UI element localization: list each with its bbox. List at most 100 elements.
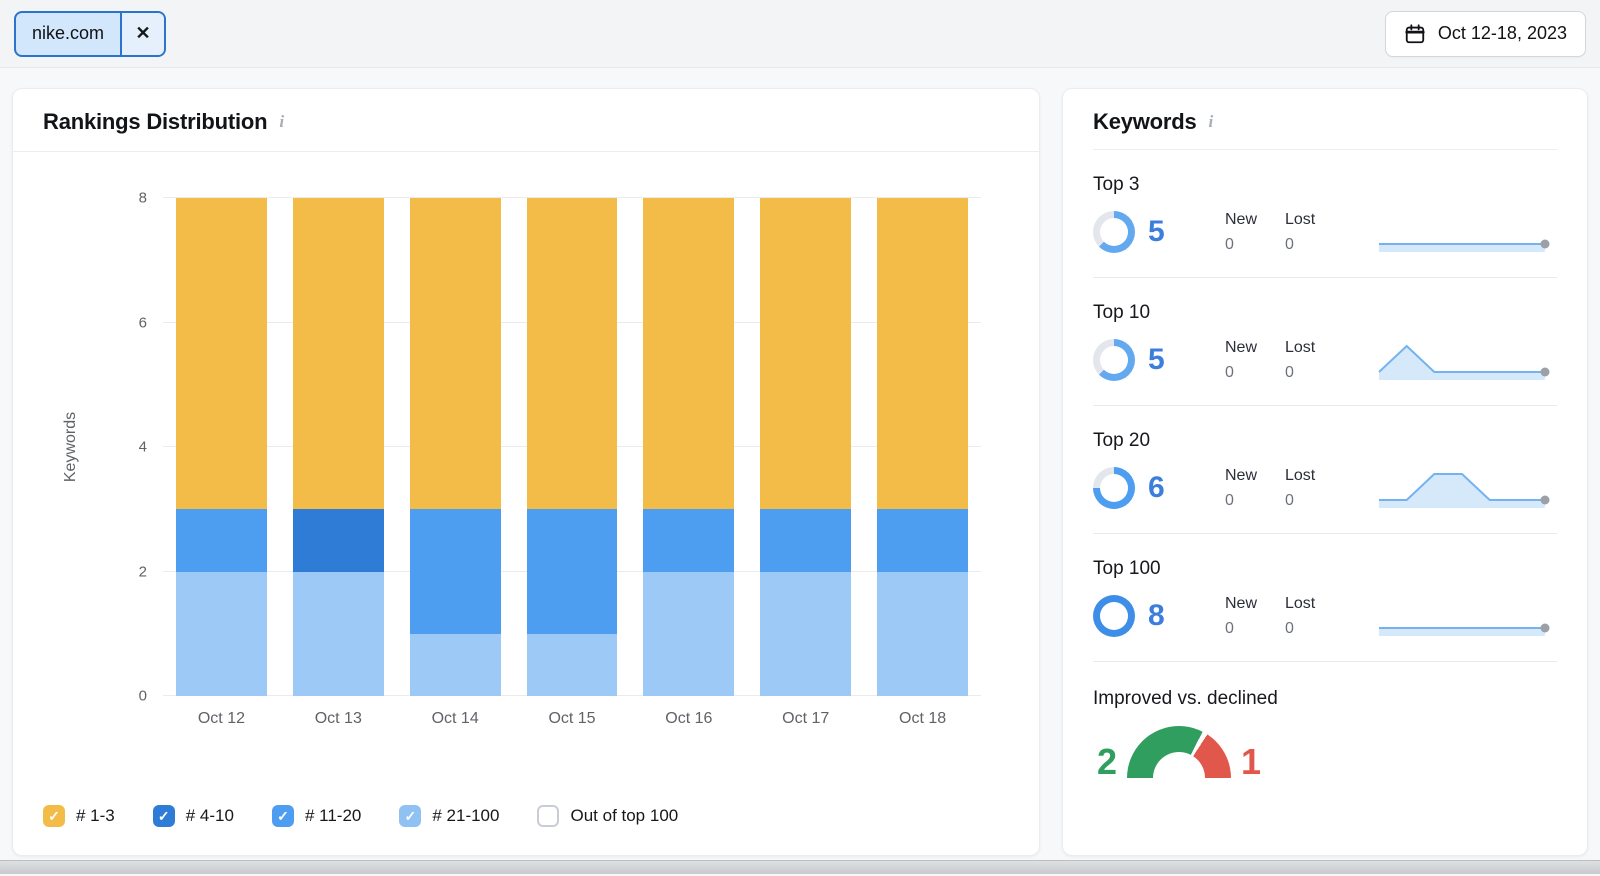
improved-declined-gauge <box>1127 726 1231 778</box>
plot-area: 02468 <box>163 198 981 696</box>
new-stat-label: New <box>1225 467 1285 485</box>
checkbox-icon[interactable] <box>537 805 559 827</box>
legend-label: # 1-3 <box>76 806 115 826</box>
rankings-chart: Keywords 02468 Oct 12Oct 13Oct 14Oct 15O… <box>13 152 1039 728</box>
donut-chart <box>1093 339 1135 381</box>
x-axis-label: Oct 14 <box>410 710 501 728</box>
y-axis-title: Keywords <box>62 412 80 482</box>
legend-item[interactable]: ✓# 11-20 <box>272 805 361 827</box>
keywords-title: Keywords <box>1093 109 1197 135</box>
x-axis-label: Oct 15 <box>527 710 618 728</box>
new-stat: New 0 <box>1225 339 1285 382</box>
keywords-row: Top 105New0Lost0 <box>1093 278 1557 406</box>
bar-segment <box>527 509 618 634</box>
lost-stat-value: 0 <box>1285 492 1345 510</box>
domain-chip[interactable]: nike.com ✕ <box>14 11 166 57</box>
new-stat: New0 <box>1225 595 1285 638</box>
donut-chart <box>1093 467 1135 509</box>
bar-segment <box>293 572 384 697</box>
legend-label: # 21-100 <box>432 806 499 826</box>
bar-segment <box>293 198 384 509</box>
x-axis-label: Oct 18 <box>877 710 968 728</box>
bar-oct-16 <box>643 198 734 696</box>
keywords-row: Top 100 8 New0Lost 0 <box>1093 534 1557 662</box>
y-tick-label: 4 <box>139 439 147 456</box>
bar-segment <box>410 509 501 634</box>
keywords-count-group: 5 <box>1093 339 1225 381</box>
bar-segment <box>176 198 267 509</box>
bar-segment <box>643 198 734 509</box>
domain-chip-label: nike.com <box>16 13 120 55</box>
improved-declined-section: Improved vs. declined 2 1 <box>1093 662 1557 778</box>
new-stat-label: New <box>1225 595 1285 613</box>
trend-sparkline <box>1377 465 1557 511</box>
lost-stat-label: Lost <box>1285 595 1345 613</box>
keywords-count-group: 6 <box>1093 467 1225 509</box>
lost-stat: Lost0 <box>1285 339 1345 382</box>
x-axis-label: Oct 17 <box>760 710 851 728</box>
legend-label: Out of top 100 <box>570 806 678 826</box>
trend-sparkline <box>1377 337 1557 383</box>
bar-segment <box>877 198 968 509</box>
lost-stat-label: Lost <box>1285 467 1345 485</box>
info-icon[interactable]: i <box>1207 112 1216 132</box>
bar-oct-15 <box>527 198 618 696</box>
donut-chart <box>1093 595 1135 637</box>
keywords-row-title: Top 20 <box>1093 430 1557 452</box>
rankings-distribution-card: Rankings Distribution i Keywords 02468 O… <box>12 88 1040 856</box>
info-icon[interactable]: i <box>277 112 286 132</box>
keywords-rows: Top 35New0Lost0Top 105New0Lost0Top 206Ne… <box>1093 150 1557 662</box>
new-stat: New0 <box>1225 211 1285 254</box>
new-stat-label: New <box>1225 211 1285 229</box>
legend-item[interactable]: Out of top 100 <box>537 805 678 827</box>
donut-chart <box>1093 211 1135 253</box>
dashboard-content: Rankings Distribution i Keywords 02468 O… <box>0 68 1600 876</box>
legend-item[interactable]: ✓ # 1-3 <box>43 805 115 827</box>
rankings-header: Rankings Distribution i <box>13 89 1039 152</box>
bar-oct-14 <box>410 198 501 696</box>
keywords-count: 5 <box>1148 217 1165 247</box>
bar-oct-18 <box>877 198 968 696</box>
keywords-header: Keywords i <box>1093 89 1557 150</box>
keywords-count-group: 8 <box>1093 595 1225 637</box>
bar-segment <box>176 572 267 697</box>
bars <box>163 198 981 696</box>
bar-segment <box>760 572 851 697</box>
checkbox-icon[interactable]: ✓ <box>399 805 421 827</box>
keywords-count: 6 <box>1148 473 1165 503</box>
lost-stat-label: Lost <box>1285 339 1345 357</box>
calendar-icon <box>1404 23 1426 45</box>
bar-segment <box>877 509 968 571</box>
x-axis-label: Oct 16 <box>643 710 734 728</box>
lost-stat: Lost 0 <box>1285 467 1345 510</box>
new-stat-label: New <box>1225 339 1285 357</box>
bar-segment <box>643 509 734 571</box>
close-icon[interactable]: ✕ <box>120 13 164 55</box>
legend-item[interactable]: ✓# 4-10 <box>153 805 234 827</box>
donut-hole <box>1100 218 1128 246</box>
new-stat: New0 <box>1225 467 1285 510</box>
keywords-row-body: 6 New0Lost 0 <box>1093 465 1557 511</box>
lost-stat-value: 0 <box>1285 236 1345 254</box>
lost-stat: Lost 0 <box>1285 595 1345 638</box>
checkbox-icon[interactable]: ✓ <box>153 805 175 827</box>
bar-segment <box>527 634 618 696</box>
rankings-title: Rankings Distribution <box>43 109 267 135</box>
keywords-count: 8 <box>1148 601 1165 631</box>
donut-hole <box>1100 346 1128 374</box>
keywords-row: Top 20 6 New0Lost 0 <box>1093 406 1557 534</box>
keywords-row-title: Top 100 <box>1093 558 1557 580</box>
y-tick-label: 0 <box>139 688 147 705</box>
bar-segment <box>410 198 501 509</box>
new-stat-value: 0 <box>1225 364 1285 382</box>
lost-stat-value: 0 <box>1285 620 1345 638</box>
date-range-button[interactable]: Oct 12-18, 2023 <box>1385 11 1586 57</box>
bar-oct-13 <box>293 198 384 696</box>
y-tick-label: 6 <box>139 314 147 331</box>
checkbox-icon[interactable]: ✓ <box>43 805 65 827</box>
checkbox-icon[interactable]: ✓ <box>272 805 294 827</box>
bar-segment <box>643 572 734 697</box>
legend-item[interactable]: ✓ # 21-100 <box>399 805 499 827</box>
keywords-row-title: Top 3 <box>1093 174 1557 196</box>
donut-hole <box>1100 602 1128 630</box>
